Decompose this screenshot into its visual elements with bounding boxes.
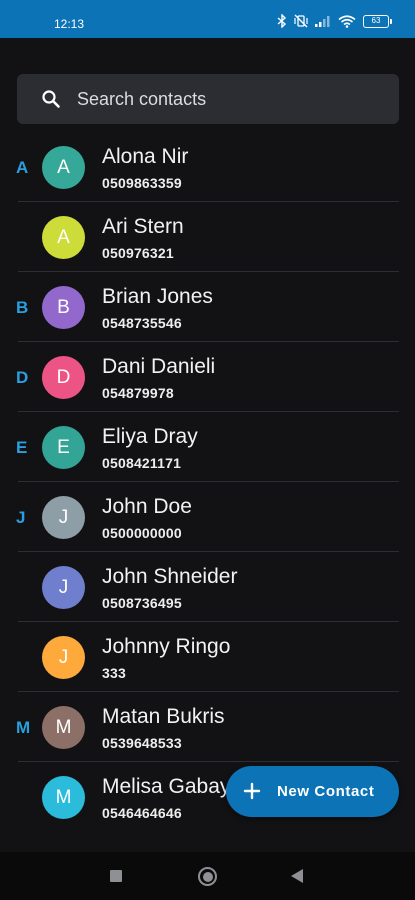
contact-name: John Doe [102,495,192,518]
home-icon[interactable] [198,867,217,886]
contact-row[interactable]: E E Eliya Dray 0508421171 [0,412,415,482]
contact-name: John Shneider [102,565,238,588]
search-icon [41,89,61,114]
section-letter: D [16,368,29,387]
contact-row[interactable]: J J John Doe 0500000000 [0,482,415,552]
navigation-bar [0,852,415,900]
status-icons: 63 [277,14,392,28]
section-letter: A [16,158,29,177]
contact-row[interactable]: A Ari Stern 050976321 [0,202,415,272]
contact-phone: 0509863359 [102,175,182,191]
avatar: M [42,776,85,819]
section-letter: E [16,438,28,457]
recents-icon[interactable] [110,870,122,882]
contact-row[interactable]: D D Dani Danieli 054879978 [0,342,415,412]
contact-name: Eliya Dray [102,425,198,448]
avatar: D [42,356,85,399]
search-bar[interactable]: Search contacts [17,74,399,124]
contact-phone: 0548735546 [102,315,182,331]
contact-phone: 054879978 [102,385,174,401]
contact-name: Ari Stern [102,215,184,238]
new-contact-label: New Contact [277,783,375,800]
contact-name: Matan Bukris [102,705,225,728]
section-letter: M [16,718,31,737]
contact-name: Dani Danieli [102,355,216,378]
wifi-icon [338,14,356,28]
contact-phone: 0546464646 [102,805,182,820]
new-contact-button[interactable]: New Contact [226,766,399,817]
signal-icon [315,15,331,27]
back-icon[interactable] [291,869,303,883]
contact-row[interactable]: J Johnny Ringo 333 [0,622,415,692]
bluetooth-icon [277,14,287,28]
contact-phone: 0508421171 [102,455,182,471]
vibrate-off-icon [294,14,308,28]
avatar: A [42,216,85,259]
avatar: A [42,146,85,189]
contact-phone: 333 [102,665,126,681]
battery-icon: 63 [363,14,392,28]
section-letter: J [16,508,26,527]
status-time: 12:13 [54,17,85,31]
contact-row[interactable]: B B Brian Jones 0548735546 [0,272,415,342]
avatar: E [42,426,85,469]
avatar: J [42,496,85,539]
contact-row[interactable]: J John Shneider 0508736495 [0,552,415,622]
contact-name: Melisa Gabay [102,775,231,798]
avatar: J [42,636,85,679]
contact-name: Alona Nir [102,145,189,168]
contact-phone: 0500000000 [102,525,182,541]
contact-name: Johnny Ringo [102,635,231,658]
contact-list: A A Alona Nir 0509863359 A Ari Stern 050976321… [0,132,415,820]
contact-phone: 0539648533 [102,735,182,751]
contact-row[interactable]: M M Matan Bukris 0539648533 [0,692,415,762]
section-letter: B [16,298,29,317]
avatar: J [42,566,85,609]
status-bar: 12:13 63 [0,0,415,38]
contact-name: Brian Jones [102,285,213,308]
search-input[interactable]: Search contacts [77,74,206,124]
avatar: B [42,286,85,329]
plus-icon [242,781,262,806]
contact-phone: 050976321 [102,245,174,261]
avatar: M [42,706,85,749]
contact-row[interactable]: A A Alona Nir 0509863359 [0,132,415,202]
contact-phone: 0508736495 [102,595,182,611]
contacts-screen: 12:13 63 Search contacts A A Alona Nir 0509… [0,0,415,900]
